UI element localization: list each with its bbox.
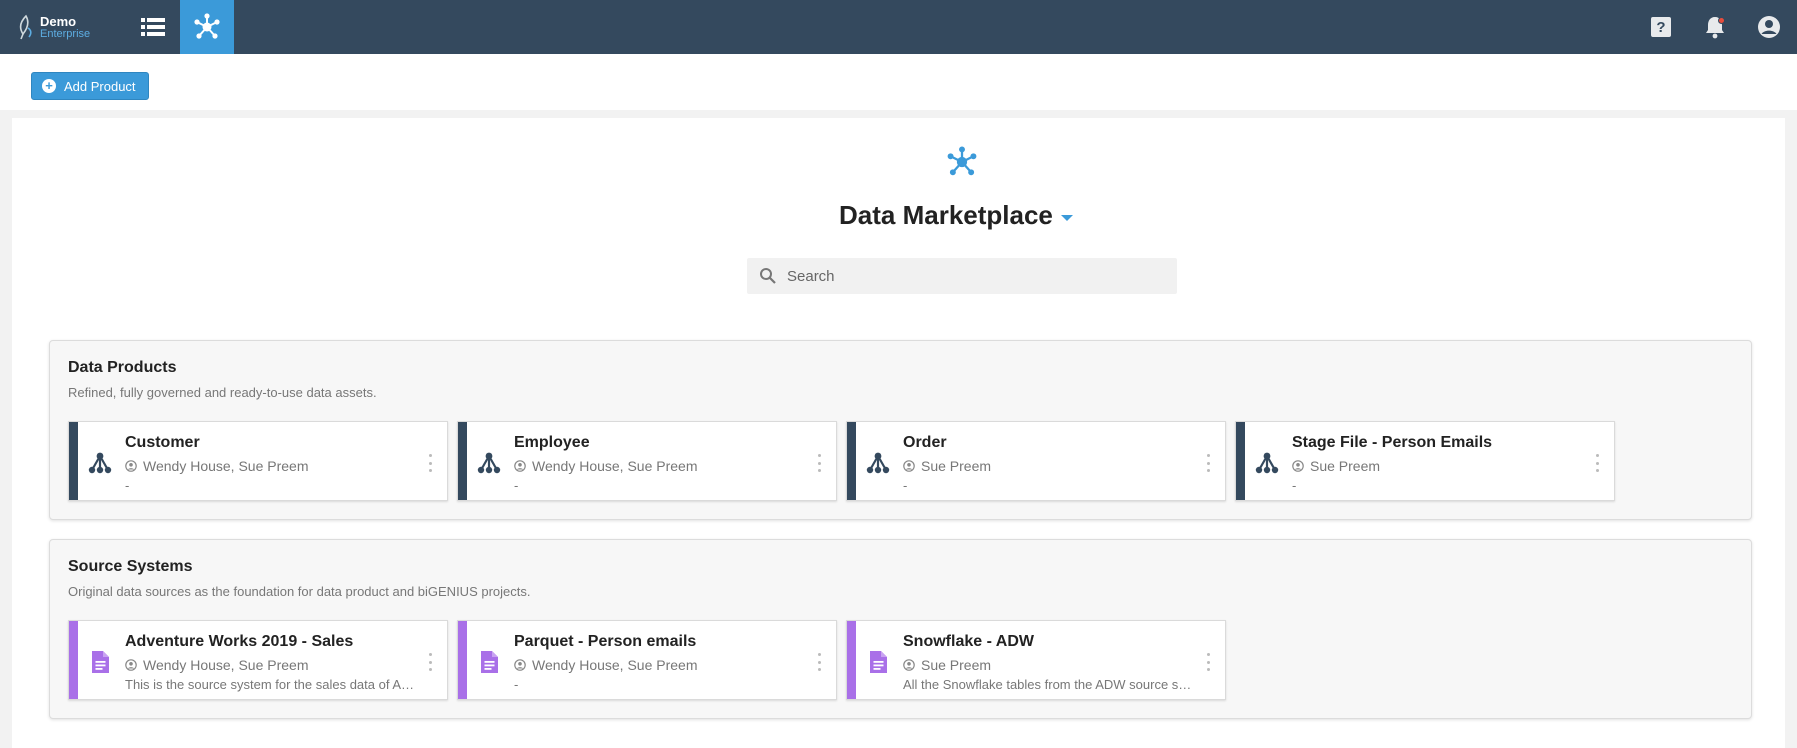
card-title: Order: [903, 434, 947, 451]
more-options-icon[interactable]: [427, 454, 433, 472]
card-owners: Sue Preem: [903, 657, 991, 673]
svg-text:?: ?: [1656, 19, 1665, 36]
card-owners: Wendy House, Sue Preem: [514, 657, 698, 673]
nav-marketplace-button[interactable]: [180, 0, 234, 54]
account-icon: [1758, 16, 1780, 38]
more-options-icon[interactable]: [816, 454, 822, 472]
owners-text: Sue Preem: [921, 657, 992, 673]
source-card-parquet[interactable]: Parquet - Person emails Wendy House, Sue…: [457, 620, 837, 700]
owners-text: Sue Preem: [921, 458, 992, 474]
logo-leaf-icon: [19, 14, 32, 40]
source-card-snowflake[interactable]: Snowflake - ADW Sue Preem All the Snowfl…: [846, 620, 1226, 700]
card-accent-bar: [847, 621, 856, 699]
section-description: Original data sources as the foundation …: [68, 584, 531, 599]
card-accent-bar: [69, 422, 78, 500]
owner-icon: [125, 659, 137, 671]
card-accent-bar: [1236, 422, 1245, 500]
card-accent-bar: [847, 422, 856, 500]
product-card-customer[interactable]: Customer Wendy House, Sue Preem -: [68, 421, 448, 501]
data-product-icon: [1255, 452, 1279, 474]
section-title: Data Products: [68, 359, 177, 376]
more-options-icon[interactable]: [1205, 454, 1211, 472]
data-product-icon: [477, 452, 501, 474]
search-box[interactable]: [747, 258, 1177, 294]
more-options-icon[interactable]: [1594, 454, 1600, 472]
card-title: Adventure Works 2019 - Sales: [125, 633, 354, 650]
section-description: Refined, fully governed and ready-to-use…: [68, 385, 377, 400]
page-title: Data Marketplace: [839, 200, 1053, 230]
search-icon: [760, 268, 776, 284]
product-card-order[interactable]: Order Sue Preem -: [846, 421, 1226, 501]
data-product-icon: [866, 452, 890, 474]
account-button[interactable]: [1749, 0, 1789, 54]
owners-text: Wendy House, Sue Preem: [143, 657, 309, 673]
card-owners: Wendy House, Sue Preem: [125, 458, 309, 474]
owner-icon: [514, 460, 526, 472]
card-accent-bar: [458, 422, 467, 500]
card-owners: Wendy House, Sue Preem: [125, 657, 309, 673]
card-title: Snowflake - ADW: [903, 633, 1034, 650]
document-icon: [92, 651, 109, 673]
owner-icon: [903, 659, 915, 671]
card-description: -: [514, 677, 519, 692]
owners-text: Sue Preem: [1310, 458, 1381, 474]
help-button[interactable]: ?: [1641, 0, 1681, 54]
list-icon: [141, 18, 165, 36]
notifications-button[interactable]: [1695, 0, 1735, 54]
data-products-section: Data Products Refined, fully governed an…: [49, 340, 1752, 520]
toolbar: [0, 54, 1797, 110]
data-product-icon: [88, 452, 112, 474]
card-description: All the Snowflake tables from the ADW so…: [903, 677, 1193, 692]
more-options-icon[interactable]: [427, 653, 433, 671]
card-accent-bar: [69, 621, 78, 699]
marketplace-selector[interactable]: Data Marketplace: [839, 200, 1073, 231]
card-title: Employee: [514, 434, 590, 451]
logo-subtitle: Enterprise: [40, 28, 91, 40]
add-circle-icon: +: [42, 79, 56, 93]
help-icon: ?: [1651, 17, 1671, 37]
logo-title: Demo: [40, 14, 77, 29]
more-options-icon[interactable]: [1205, 653, 1211, 671]
card-owners: Wendy House, Sue Preem: [514, 458, 698, 474]
section-title: Source Systems: [68, 558, 193, 575]
card-description: This is the source system for the sales …: [125, 677, 415, 692]
add-product-label: Add Product: [64, 78, 136, 94]
nav-list-button[interactable]: [126, 0, 180, 54]
owners-text: Wendy House, Sue Preem: [143, 458, 309, 474]
card-accent-bar: [458, 621, 467, 699]
card-description: -: [125, 478, 130, 493]
document-icon: [870, 651, 887, 673]
marketplace-icon: [194, 13, 220, 39]
product-card-employee[interactable]: Employee Wendy House, Sue Preem -: [457, 421, 837, 501]
source-card-adventure-works[interactable]: Adventure Works 2019 - Sales Wendy House…: [68, 620, 448, 700]
more-options-icon[interactable]: [816, 653, 822, 671]
app-logo[interactable]: Demo Enterprise: [16, 12, 106, 42]
search-input[interactable]: [787, 267, 1167, 285]
owner-icon: [1292, 460, 1304, 472]
owners-text: Wendy House, Sue Preem: [532, 657, 698, 673]
card-description: -: [1292, 478, 1297, 493]
caret-down-icon[interactable]: [1060, 214, 1073, 221]
add-product-button[interactable]: + Add Product: [31, 72, 149, 100]
owner-icon: [903, 460, 915, 472]
top-navigation-bar: Demo Enterprise ?: [0, 0, 1797, 54]
marketplace-hero-icon: [947, 146, 977, 176]
card-owners: Sue Preem: [1292, 458, 1380, 474]
card-title: Customer: [125, 434, 200, 451]
owner-icon: [514, 659, 526, 671]
card-owners: Sue Preem: [903, 458, 991, 474]
owner-icon: [125, 460, 137, 472]
card-description: -: [514, 478, 519, 493]
owners-text: Wendy House, Sue Preem: [532, 458, 698, 474]
document-icon: [481, 651, 498, 673]
source-systems-section: Source Systems Original data sources as …: [49, 539, 1752, 719]
card-description: -: [903, 478, 908, 493]
product-card-stage-file[interactable]: Stage File - Person Emails Sue Preem -: [1235, 421, 1615, 501]
card-title: Parquet - Person emails: [514, 633, 697, 650]
card-title: Stage File - Person Emails: [1292, 434, 1493, 451]
notification-dot: [1718, 17, 1725, 24]
